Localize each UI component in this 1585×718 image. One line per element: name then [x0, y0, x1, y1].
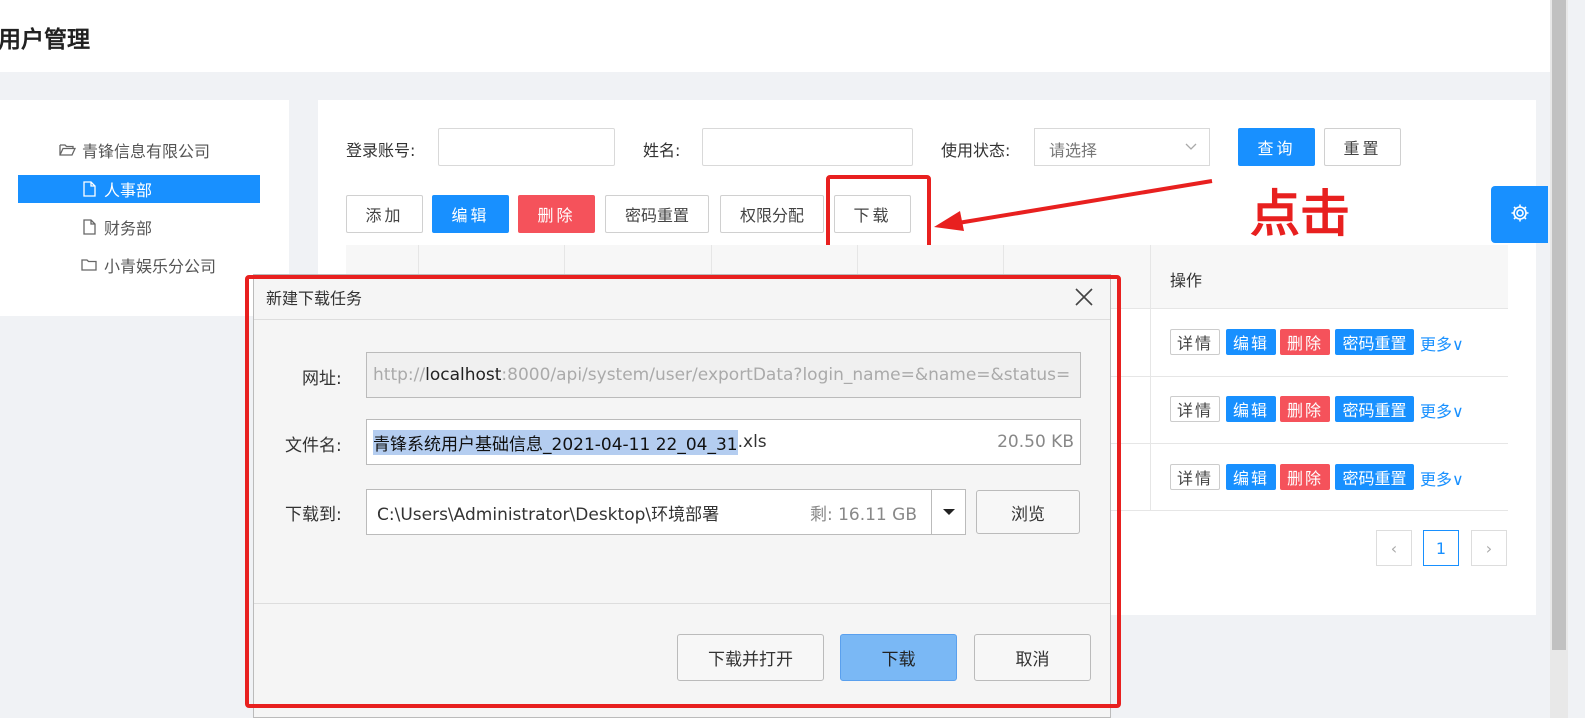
dialog-highlight-box: [245, 275, 1121, 708]
tree-node-label: 人事部: [104, 181, 153, 200]
tree-node-finance[interactable]: 财务部: [80, 213, 152, 241]
row-delete-button[interactable]: 删除: [1280, 396, 1330, 422]
row-password-reset-button[interactable]: 密码重置: [1335, 396, 1414, 422]
gear-icon: [1510, 203, 1530, 227]
password-reset-button[interactable]: 密码重置: [605, 195, 709, 233]
top-bar: 用户管理: [0, 0, 1550, 72]
row-delete-button[interactable]: 删除: [1280, 329, 1330, 355]
file-icon: [80, 181, 98, 197]
row-more-link[interactable]: 更多∨: [1420, 331, 1464, 355]
name-input[interactable]: [702, 128, 913, 166]
folder-icon: [80, 258, 98, 272]
row-password-reset-button[interactable]: 密码重置: [1335, 329, 1414, 355]
delete-button[interactable]: 删除: [518, 195, 595, 233]
page-scrollbar[interactable]: [1550, 0, 1568, 718]
edit-button[interactable]: 编辑: [432, 195, 509, 233]
query-button[interactable]: 查询: [1238, 128, 1315, 166]
column-divider: [1150, 245, 1151, 511]
row-edit-button[interactable]: 编辑: [1226, 329, 1276, 355]
tree-node-company[interactable]: 青锋信息有限公司: [58, 136, 210, 164]
prev-page-button[interactable]: ‹: [1376, 530, 1412, 566]
operation-column-header: 操作: [1170, 271, 1203, 290]
tree-node-label: 青锋信息有限公司: [82, 142, 211, 161]
tree-node-entertainment[interactable]: 小青娱乐分公司: [80, 251, 216, 279]
settings-button[interactable]: [1491, 186, 1548, 243]
add-button[interactable]: 添加: [346, 195, 423, 233]
row-detail-button[interactable]: 详情: [1170, 329, 1220, 355]
status-label: 使用状态:: [941, 141, 1011, 160]
row-detail-button[interactable]: 详情: [1170, 396, 1220, 422]
annotation-arrow: [934, 179, 1213, 231]
tree-node-label: 小青娱乐分公司: [104, 257, 217, 276]
row-more-link[interactable]: 更多∨: [1420, 466, 1464, 490]
status-select[interactable]: 请选择: [1034, 128, 1210, 166]
tree-node-hr[interactable]: 人事部: [18, 175, 260, 203]
chevron-down-icon: [1185, 137, 1197, 159]
row-password-reset-button[interactable]: 密码重置: [1335, 464, 1414, 490]
status-select-value: 请选择: [1049, 141, 1098, 160]
row-detail-button[interactable]: 详情: [1170, 464, 1220, 490]
scrollbar-thumb[interactable]: [1552, 0, 1566, 650]
row-edit-button[interactable]: 编辑: [1226, 464, 1276, 490]
permission-button[interactable]: 权限分配: [720, 195, 824, 233]
row-delete-button[interactable]: 删除: [1280, 464, 1330, 490]
row-more-link[interactable]: 更多∨: [1420, 398, 1464, 422]
tree-node-label: 财务部: [104, 219, 153, 238]
row-edit-button[interactable]: 编辑: [1226, 396, 1276, 422]
download-highlight-box: [826, 175, 931, 249]
name-label: 姓名:: [643, 141, 681, 160]
folder-open-icon: [58, 143, 76, 157]
login-account-input[interactable]: [438, 128, 615, 166]
annotation-label: 点击: [1250, 185, 1350, 243]
page-title: 用户管理: [0, 27, 90, 53]
reset-button[interactable]: 重置: [1324, 128, 1401, 166]
next-page-button[interactable]: ›: [1471, 530, 1507, 566]
page-number-button[interactable]: 1: [1423, 530, 1459, 566]
login-account-label: 登录账号:: [346, 141, 416, 160]
file-icon: [80, 219, 98, 235]
